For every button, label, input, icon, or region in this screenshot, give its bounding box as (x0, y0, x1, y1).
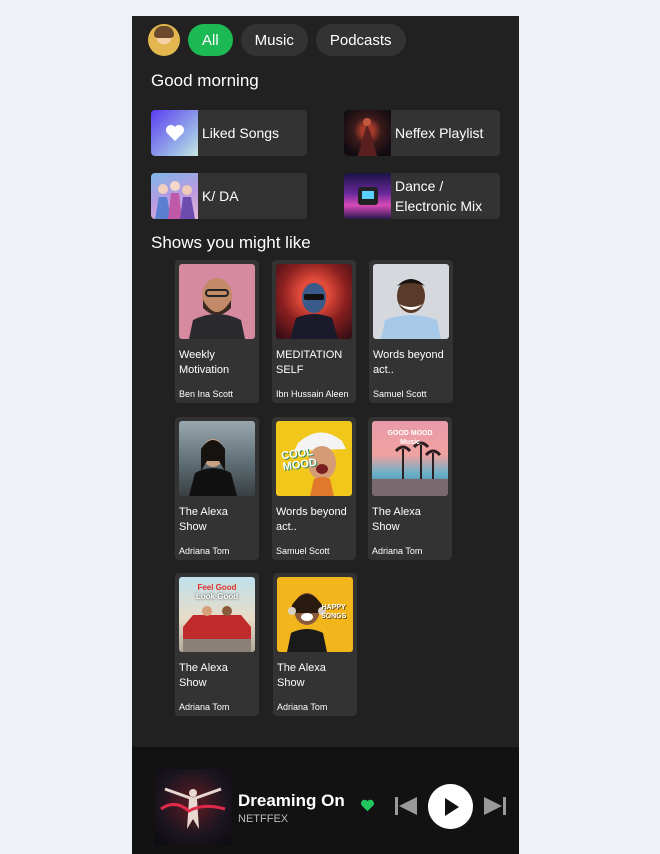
shortcut-label: Liked Songs (202, 125, 280, 141)
shortcut-dance-electronic-mix[interactable]: Dance / Electronic Mix (344, 173, 500, 219)
show-art: HAPPY SONGS (277, 577, 353, 652)
show-art (179, 421, 255, 496)
show-author: Adriana Tom (179, 702, 230, 712)
show-title: MEDITATION SELF (276, 349, 343, 376)
heart-icon[interactable] (360, 799, 375, 817)
greeting-heading: Good morning (151, 71, 259, 90)
show-card[interactable]: The Alexa Show Adriana Tom (175, 417, 259, 560)
show-art (179, 264, 255, 339)
shortcut-label: Dance / Electronic Mix (395, 178, 483, 214)
show-author: Adriana Tom (179, 546, 230, 556)
user-avatar[interactable] (148, 24, 180, 56)
filter-chip-all[interactable]: All (188, 24, 233, 56)
show-author: Adriana Tom (372, 546, 423, 556)
show-title: The Alexa Show (179, 506, 228, 533)
show-title: Words beyond act.. (373, 349, 444, 376)
show-card[interactable]: GOOD MOOD Music The Alexa Show Adriana Tom (368, 417, 452, 560)
now-playing-artist: NETFFEX (238, 813, 289, 825)
show-card[interactable]: COOL MOOD Words beyond act.. Samuel Scott (272, 417, 356, 560)
shows-heading: Shows you might like (151, 233, 311, 252)
cover-text: COOL MOOD (280, 446, 318, 474)
shortcut-label: K/ DA (202, 188, 239, 204)
app-screen: All Music Podcasts Good morning Liked So… (132, 16, 519, 854)
show-art (373, 264, 449, 339)
shortcut-label: Neffex Playlist (395, 125, 484, 141)
show-card[interactable]: HAPPY SONGS The Alexa Show Adriana Tom (273, 573, 357, 716)
show-title: The Alexa Show (372, 506, 421, 533)
show-title: Weekly Motivation (179, 349, 230, 376)
filter-chip-music[interactable]: Music (240, 24, 308, 56)
show-art: Feel Good Look Good (179, 577, 255, 652)
shortcut-liked-songs[interactable]: Liked Songs (151, 110, 307, 156)
show-author: Samuel Scott (373, 389, 427, 399)
now-playing-title: Dreaming On (238, 791, 345, 810)
show-card[interactable]: Weekly Motivation Ben Ina Scott (175, 260, 259, 403)
now-playing-bar[interactable]: Dreaming On NETFFEX (132, 747, 519, 854)
shortcut-neffex-playlist[interactable]: Neffex Playlist (344, 110, 500, 156)
shortcut-kda[interactable]: K/ DA (151, 173, 307, 219)
playlist-art (151, 173, 198, 219)
show-card[interactable]: Feel Good Look Good The Alexa Show Adriana… (175, 573, 259, 716)
next-icon[interactable] (484, 797, 506, 820)
play-icon (444, 797, 459, 816)
show-card[interactable]: MEDITATION SELF Ibn Hussain Aleen (272, 260, 356, 403)
show-art: GOOD MOOD Music (372, 421, 448, 496)
cover-text: GOOD MOOD Music (387, 430, 433, 446)
playlist-art (344, 110, 391, 156)
show-art (276, 264, 352, 339)
show-title: The Alexa Show (179, 662, 228, 689)
show-author: Samuel Scott (276, 546, 330, 556)
filter-chip-podcasts[interactable]: Podcasts (315, 24, 406, 56)
show-author: Adriana Tom (277, 702, 328, 712)
previous-icon[interactable] (395, 797, 417, 820)
now-playing-cover[interactable] (155, 769, 231, 845)
show-author: Ibn Hussain Aleen (276, 389, 349, 399)
cover-text: HAPPY SONGS (321, 604, 347, 620)
play-button[interactable] (428, 784, 473, 829)
show-art: COOL MOOD (276, 421, 352, 496)
cover-text: Feel Good Look Good (195, 583, 239, 601)
show-title: Words beyond act.. (276, 506, 347, 533)
playlist-art (344, 173, 391, 219)
show-author: Ben Ina Scott (179, 389, 234, 399)
show-card[interactable]: Words beyond act.. Samuel Scott (369, 260, 453, 403)
heart-icon (151, 110, 198, 156)
top-bar: All Music Podcasts (148, 24, 406, 56)
show-title: The Alexa Show (277, 662, 326, 689)
